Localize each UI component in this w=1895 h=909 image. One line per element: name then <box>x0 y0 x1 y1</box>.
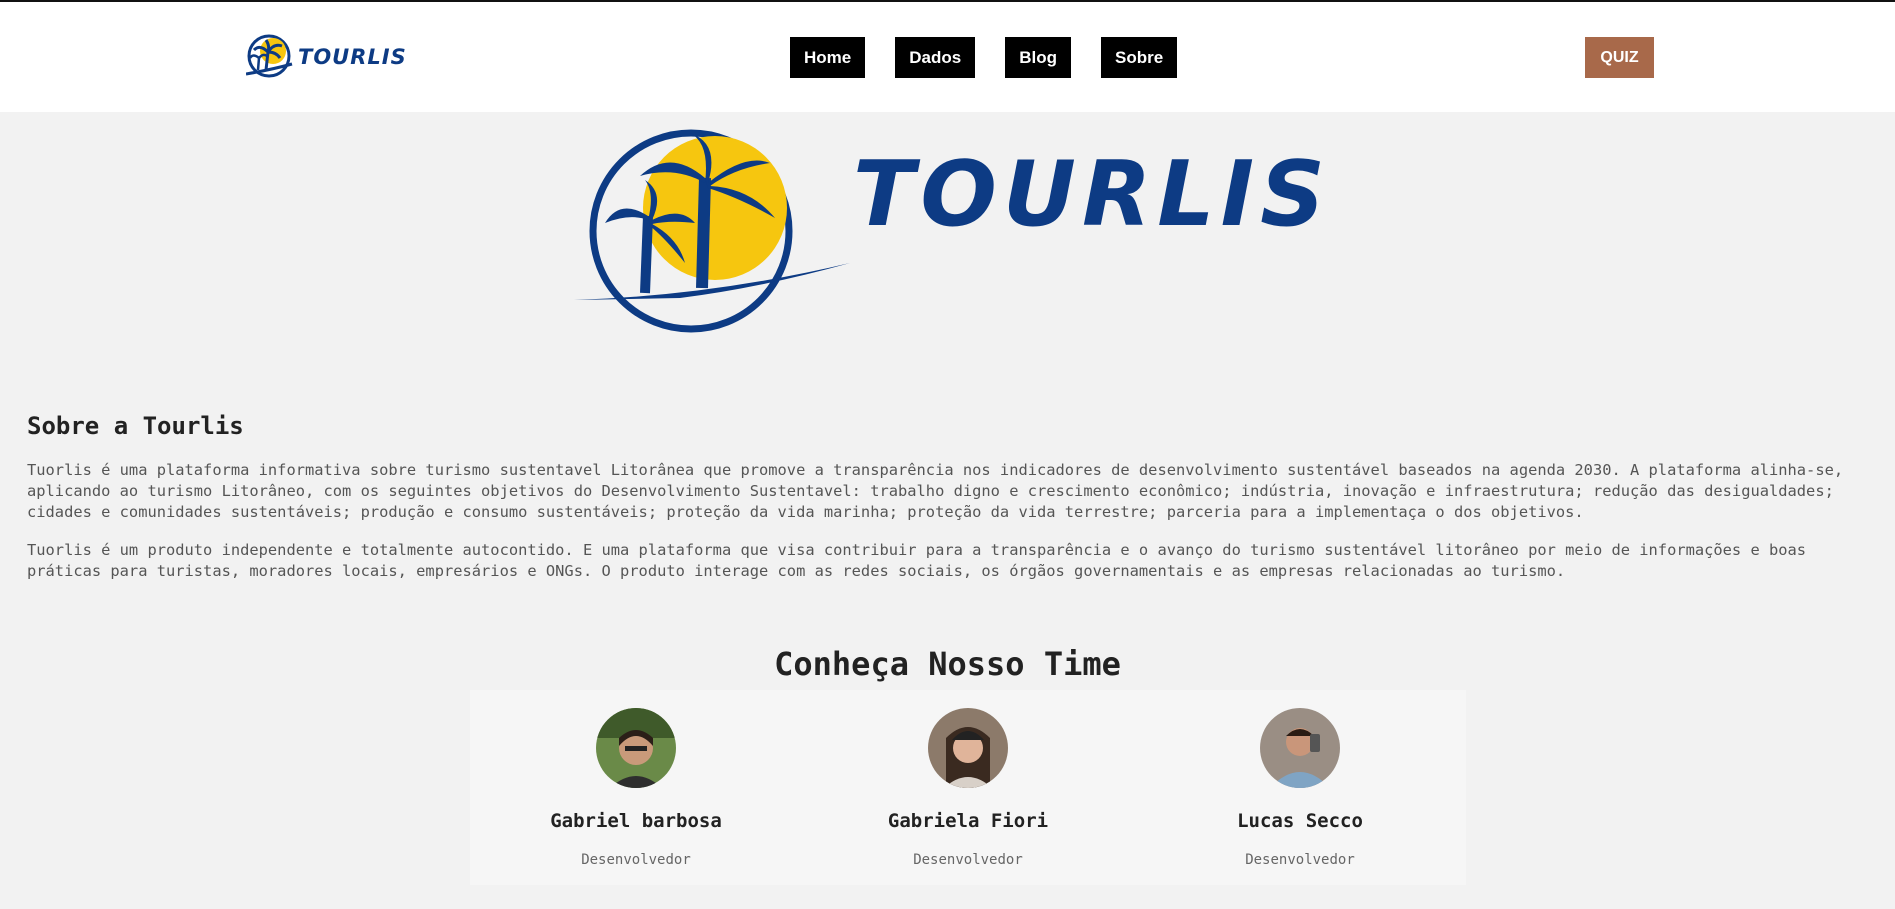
avatar <box>1260 708 1340 788</box>
team-title: Conheça Nosso Time <box>774 645 1121 683</box>
hero-logo: TOURLIS <box>560 128 1340 338</box>
site-header: TOURLIS Home Dados Blog Sobre QUIZ <box>0 2 1895 112</box>
palm-sun-logo-icon <box>246 34 293 78</box>
avatar <box>928 708 1008 788</box>
about-paragraph-1: Tuorlis é uma plataforma informativa sob… <box>27 461 1844 521</box>
nav-home[interactable]: Home <box>790 37 866 78</box>
member-name: Gabriela Fiori <box>887 810 1049 832</box>
palm-sun-hero-icon <box>574 129 850 333</box>
brand-logo[interactable]: TOURLIS <box>246 34 407 80</box>
member-name: Lucas Secco <box>1237 810 1363 832</box>
hero-brand-name: TOURLIS <box>853 142 1331 247</box>
team-card: Gabriel barbosa Desenvolvedor <box>470 690 802 885</box>
nav-dados[interactable]: Dados <box>895 37 976 78</box>
member-name: Gabriel barbosa <box>550 810 722 832</box>
brand-name: TOURLIS <box>298 45 407 69</box>
team-card: Gabriela Fiori Desenvolvedor <box>802 690 1134 885</box>
main-nav: Home Dados Blog Sobre <box>790 37 1178 78</box>
nav-blog[interactable]: Blog <box>1005 37 1071 78</box>
quiz-button[interactable]: QUIZ <box>1585 37 1654 78</box>
avatar <box>596 708 676 788</box>
avatar-photo-icon <box>1260 708 1340 788</box>
avatar-photo-icon <box>928 708 1008 788</box>
team-cards: Gabriel barbosa Desenvolvedor Gabriela F… <box>470 690 1466 885</box>
about-paragraph-2: Tuorlis é um produto independente e tota… <box>27 541 1807 580</box>
about-title: Sobre a Tourlis <box>27 412 244 440</box>
member-role: Desenvolvedor <box>913 852 1023 868</box>
nav-sobre[interactable]: Sobre <box>1100 37 1178 78</box>
team-card: Lucas Secco Desenvolvedor <box>1134 690 1466 885</box>
member-role: Desenvolvedor <box>581 852 691 868</box>
member-role: Desenvolvedor <box>1245 852 1355 868</box>
avatar-photo-icon <box>596 708 676 788</box>
